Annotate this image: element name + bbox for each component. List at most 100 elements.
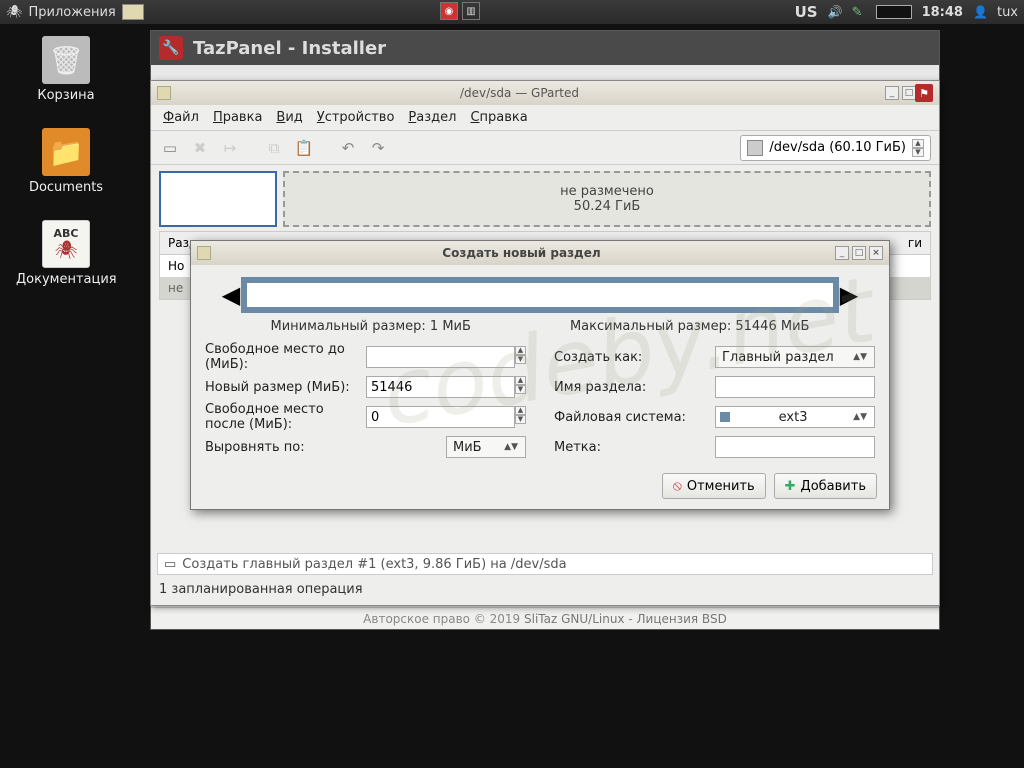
device-selector[interactable]: /dev/sda (60.10 ГиБ) ▲▼ [740,135,931,161]
menu-edit[interactable]: Правка [213,110,262,125]
device-spin[interactable]: ▲▼ [912,139,924,157]
free-before-label: Свободное место до (МиБ): [205,342,366,372]
fs-color-icon [720,412,730,422]
dialog-form: Свободное место до (МиБ): ▲▼ Создать как… [191,342,889,458]
alert-icon[interactable]: ⚑ [915,84,933,102]
clock: 18:48 [922,5,963,20]
desktop-trash[interactable]: 🗑 Корзина [16,36,116,103]
align-label: Выровнять по: [205,440,446,455]
doc-icon: ABC 🕷 [42,220,90,268]
operation-icon: ▭ [164,557,176,572]
create-as-combo[interactable]: Главный раздел▲▼ [715,346,875,368]
pending-operations: 1 запланированная операция [157,579,933,599]
dialog-titlebar[interactable]: Создать новый раздел _ □ × [191,241,889,265]
edit-icon[interactable] [852,5,866,19]
partition-name-input[interactable] [715,376,875,398]
cancel-icon [673,478,682,494]
desktop-documents[interactable]: 📁 Documents [16,128,116,195]
slider-track[interactable] [241,277,839,313]
menu-device[interactable]: Устройство [317,110,395,125]
menu-help[interactable]: Справка [470,110,527,125]
new-size-input[interactable] [366,376,515,398]
label-input[interactable] [715,436,875,458]
keyboard-layout[interactable]: US [795,3,818,21]
free-after-input[interactable] [366,406,515,428]
unallocated-size: 50.24 ГиБ [574,199,641,214]
disk-icon [747,140,763,156]
system-panel: 🕷 Приложения ◉ ▥ US 18:48 tux [0,0,1024,24]
username[interactable]: tux [997,5,1018,20]
window-app-icon [157,86,171,100]
tray-center: ◉ ▥ [440,2,480,20]
align-combo[interactable]: МиБ▲▼ [446,436,526,458]
user-icon[interactable] [973,5,987,19]
size-slider[interactable]: ◀ ▶ [191,265,889,319]
tazpanel-footer: Авторское право © 2019 SliTaz GNU/Linux … [151,607,939,629]
maximize-button[interactable]: □ [902,86,916,100]
gparted-titlebar[interactable]: /dev/sda — GParted _ □ × [151,81,939,105]
filesystem-label: Файловая система: [554,410,715,425]
gparted-toolbar: ▭ ✖ ↦ ⧉ 📋 ↶ ↷ /dev/sda (60.10 ГиБ) ▲▼ [151,131,939,165]
applications-menu[interactable]: Приложения [29,5,116,20]
license-link[interactable]: Лицензия BSD [637,612,727,626]
menu-file[interactable]: Файл [163,110,199,125]
status-bar: ▭ Создать главный раздел #1 (ext3, 9.86 … [157,553,933,575]
spin-buttons[interactable]: ▲▼ [515,376,526,398]
plus-icon [785,479,796,494]
gparted-menubar: Файл Правка Вид Устройство Раздел Справк… [151,105,939,131]
spin-buttons[interactable]: ▲▼ [515,346,526,368]
copy-icon[interactable]: ⧉ [263,137,285,159]
free-before-input[interactable] [366,346,515,368]
paste-icon[interactable]: 📋 [293,137,315,159]
resize-icon[interactable]: ↦ [219,137,241,159]
new-partition-icon[interactable]: ▭ [159,137,181,159]
label-label: Метка: [554,440,715,455]
max-size: Максимальный размер: 51446 МиБ [570,319,810,334]
dialog-minimize-button[interactable]: _ [835,246,849,260]
slider-left-arrow[interactable]: ◀ [221,275,241,315]
new-size-label: Новый размер (МиБ): [205,380,366,395]
tazpanel-titlebar[interactable]: TazPanel - Installer [151,31,939,65]
spin-buttons[interactable]: ▲▼ [515,406,526,428]
slitaz-link[interactable]: SliTaz GNU/Linux [524,612,625,626]
volume-icon[interactable] [828,5,842,19]
unallocated-region[interactable]: не размечено 50.24 ГиБ [283,171,931,227]
delete-icon[interactable]: ✖ [189,137,211,159]
menu-partition[interactable]: Раздел [408,110,456,125]
unallocated-label: не размечено [560,184,654,199]
dialog-close-button[interactable]: × [869,246,883,260]
tray-item-2[interactable]: ▥ [462,2,480,20]
gparted-title: /dev/sda — GParted [157,86,882,100]
free-after-label: Свободное место после (МиБ): [205,402,366,432]
dialog-title: Создать новый раздел [211,246,832,260]
partition-thumb[interactable] [159,171,277,227]
documents-label: Documents [16,180,116,195]
disk-visualizer: не размечено 50.24 ГиБ [151,165,939,227]
desktop-documentation[interactable]: ABC 🕷 Документация [16,220,116,287]
apply-icon[interactable]: ↷ [367,137,389,159]
create-as-label: Создать как: [554,350,715,365]
battery-icon[interactable] [876,5,912,19]
filesystem-combo[interactable]: ext3▲▼ [715,406,875,428]
dialog-buttons: Отменить Добавить [662,473,877,499]
minimize-button[interactable]: _ [885,86,899,100]
partition-name-label: Имя раздела: [554,380,715,395]
tazpanel-title: TazPanel - Installer [193,38,386,59]
tray-item-1[interactable]: ◉ [440,2,458,20]
min-size: Минимальный размер: 1 МиБ [271,319,471,334]
slider-right-arrow[interactable]: ▶ [839,275,859,315]
wrench-icon [159,36,183,60]
dialog-maximize-button[interactable]: □ [852,246,866,260]
taskbar-window[interactable] [122,4,144,20]
slitaz-menu-icon[interactable]: 🕷 [6,5,23,20]
menu-view[interactable]: Вид [276,110,302,125]
undo-icon[interactable]: ↶ [337,137,359,159]
create-partition-dialog: Создать новый раздел _ □ × ◀ ▶ Минимальн… [190,240,890,510]
dialog-app-icon [197,246,211,260]
add-button[interactable]: Добавить [774,473,877,499]
device-selector-value: /dev/sda (60.10 ГиБ) [769,140,906,155]
status-text: Создать главный раздел #1 (ext3, 9.86 Ги… [182,557,566,572]
cancel-button[interactable]: Отменить [662,473,766,499]
size-limits: Минимальный размер: 1 МиБ Максимальный р… [191,319,889,342]
documentation-label: Документация [16,272,116,287]
